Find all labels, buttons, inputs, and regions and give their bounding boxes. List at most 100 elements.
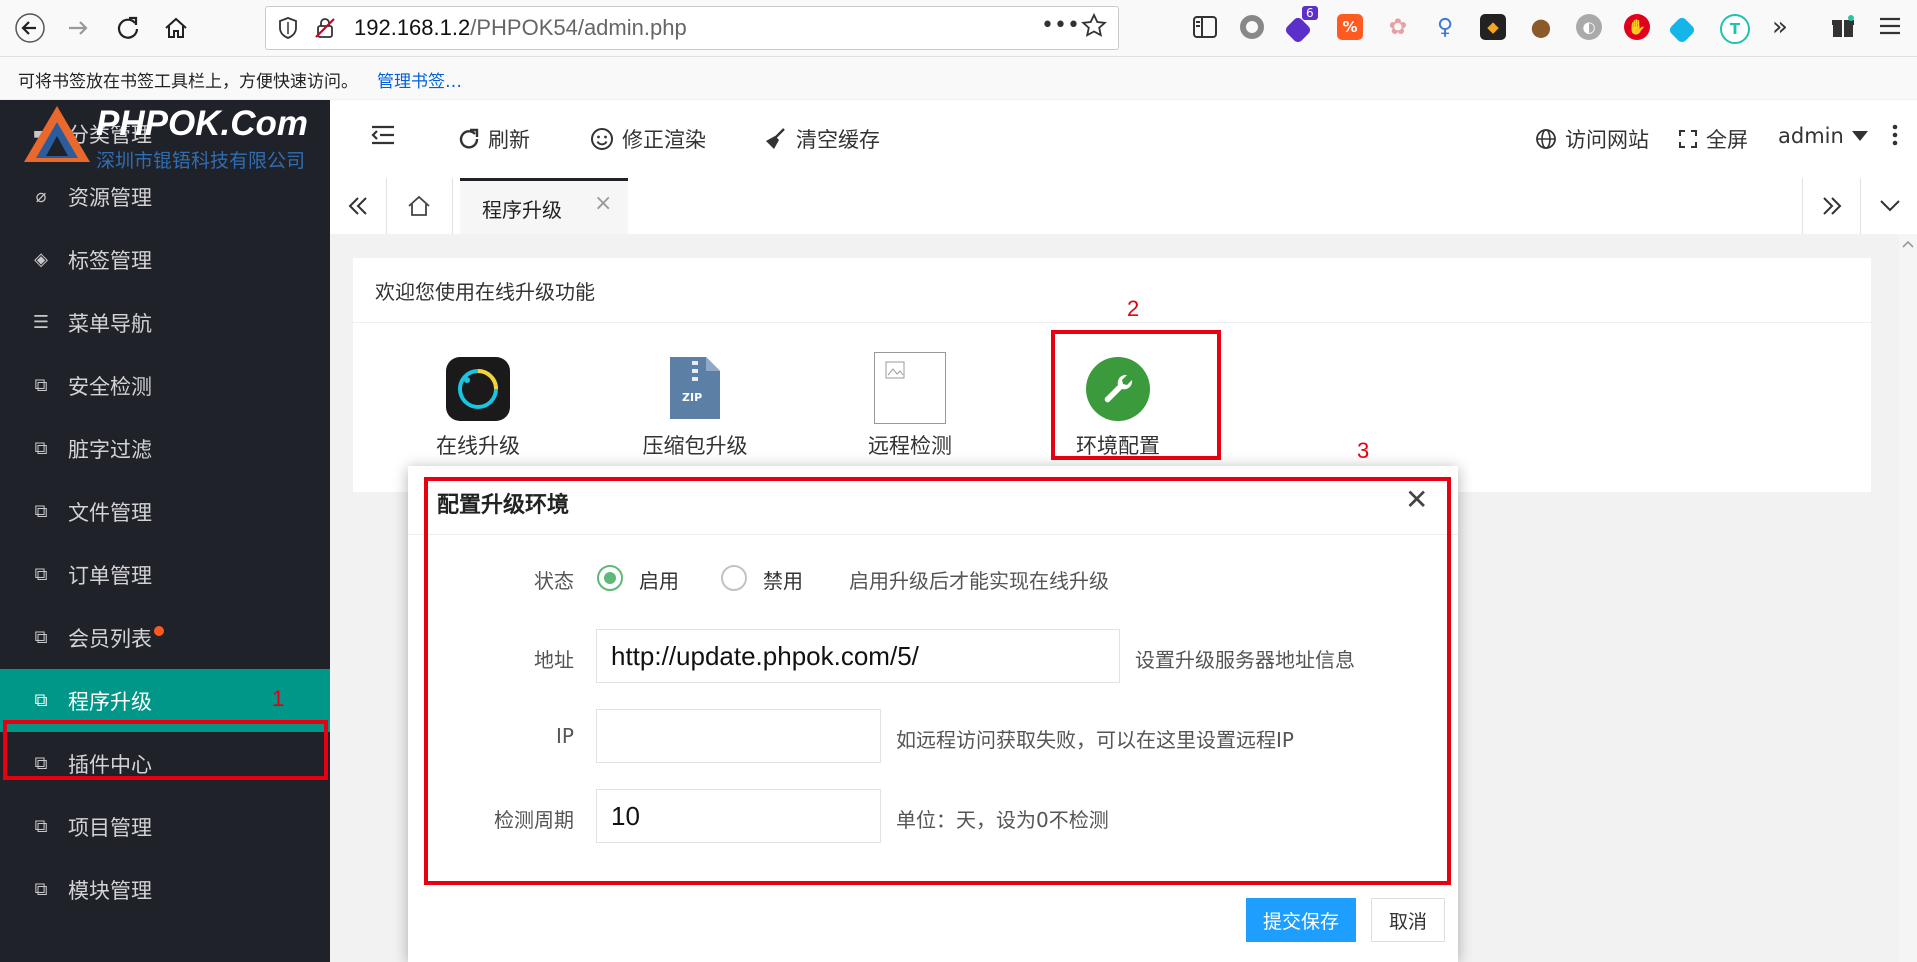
external-link-icon: ⧉ bbox=[34, 375, 48, 396]
url-path: /PHPOK54/admin.php bbox=[470, 15, 687, 40]
gray-ext-icon[interactable]: ◐ bbox=[1576, 14, 1602, 40]
sidebar-item-security[interactable]: ⧉ 安全检测 bbox=[0, 354, 330, 417]
sidebar-toggle-icon[interactable] bbox=[1192, 15, 1218, 43]
url-text: 192.168.1.2/PHPOK54/admin.php bbox=[354, 15, 687, 41]
bookmark-star-icon[interactable] bbox=[1081, 12, 1107, 43]
pin-ext-icon[interactable]: ♀ bbox=[1432, 14, 1458, 40]
logo[interactable]: PHPOK.Com 深圳市锟铻科技有限公司 bbox=[0, 100, 330, 172]
sidebar-item-label: 项目管理 bbox=[68, 815, 152, 840]
external-link-icon: ⧉ bbox=[34, 564, 48, 585]
external-link-icon: ⧉ bbox=[34, 879, 48, 900]
annotation-number-1: 1 bbox=[272, 686, 285, 711]
sidebar-item-label: 菜单导航 bbox=[68, 311, 152, 336]
sidebar-item-label: 程序升级 bbox=[68, 689, 152, 714]
visit-site-label: 访问网站 bbox=[1565, 128, 1649, 152]
sidebar-item-files[interactable]: ⧉ 文件管理 bbox=[0, 480, 330, 543]
remote-check-icon[interactable] bbox=[874, 352, 946, 424]
record-ext-icon[interactable] bbox=[1240, 15, 1264, 39]
app-header: 刷新 修正渲染 清空缓存 访问网站 全屏 admin bbox=[330, 100, 1917, 179]
tab-label: 程序升级 bbox=[482, 198, 562, 222]
zip-upgrade-icon[interactable]: ZIP bbox=[668, 355, 722, 421]
sidebar-item-label: 脏字过滤 bbox=[68, 437, 152, 462]
scrollbar[interactable] bbox=[1899, 234, 1917, 962]
globe-icon bbox=[1536, 129, 1556, 149]
circles-ext-icon[interactable]: ✿ bbox=[1385, 14, 1411, 40]
tabs-scroll-left-button[interactable] bbox=[330, 178, 387, 234]
scroll-up-icon[interactable] bbox=[1902, 240, 1914, 248]
sidebar-item-label: 模块管理 bbox=[68, 878, 152, 903]
sidebar-item-menu-nav[interactable]: ☰ 菜单导航 bbox=[0, 291, 330, 354]
refresh-icon bbox=[459, 128, 479, 149]
broom-icon bbox=[766, 128, 785, 149]
cube-ext-icon[interactable]: ◆ bbox=[1480, 14, 1506, 40]
page-actions-icon[interactable]: ••• bbox=[1041, 13, 1080, 38]
stop-ext-icon[interactable]: ✋ bbox=[1624, 14, 1650, 40]
tabs-scroll-right-button[interactable] bbox=[1802, 178, 1861, 234]
external-link-icon: ⧉ bbox=[34, 690, 48, 711]
cookie-ext-icon[interactable]: ● bbox=[1528, 13, 1554, 41]
forward-arrow-icon bbox=[69, 21, 88, 35]
sidebar-item-label: 资源管理 bbox=[68, 185, 152, 210]
fix-render-button[interactable]: 修正渲染 bbox=[590, 124, 706, 154]
user-menu[interactable]: admin bbox=[1778, 124, 1868, 148]
menu-icon[interactable] bbox=[1878, 16, 1902, 40]
more-vertical-icon[interactable] bbox=[1892, 124, 1898, 146]
sidebar-item-word-filter[interactable]: ⧉ 脏字过滤 bbox=[0, 417, 330, 480]
home-tab[interactable] bbox=[386, 178, 453, 234]
home-icon bbox=[408, 195, 430, 216]
annotation-number-2: 2 bbox=[1127, 296, 1140, 321]
sidebar-item-label: 订单管理 bbox=[68, 563, 152, 588]
url-bar[interactable]: 192.168.1.2/PHPOK54/admin.php ••• bbox=[265, 6, 1119, 50]
sidebar-item-label: 文件管理 bbox=[68, 500, 152, 525]
fullscreen-label: 全屏 bbox=[1706, 128, 1748, 152]
visit-site-button[interactable]: 访问网站 bbox=[1535, 124, 1649, 154]
tabs-menu-button[interactable] bbox=[1860, 178, 1917, 234]
gift-icon[interactable] bbox=[1830, 14, 1856, 44]
sidebar-item-tags[interactable]: ◈ 标签管理 bbox=[0, 228, 330, 291]
collapse-menu-button[interactable] bbox=[370, 124, 396, 146]
sidebar-item-resources[interactable]: ⌀ 资源管理 bbox=[0, 165, 330, 228]
shield-icon bbox=[278, 17, 298, 43]
tabs-bar: 程序升级 × bbox=[330, 178, 1917, 235]
dial-icon bbox=[458, 369, 498, 409]
online-upgrade-icon[interactable] bbox=[446, 357, 510, 421]
ext-badge: 6 bbox=[1302, 6, 1318, 20]
fullscreen-icon bbox=[1679, 130, 1697, 148]
cancel-button[interactable]: 取消 bbox=[1371, 898, 1445, 942]
reload-button[interactable] bbox=[110, 10, 146, 46]
back-arrow-icon bbox=[15, 13, 45, 43]
manage-bookmarks-link[interactable]: 管理书签… bbox=[377, 67, 462, 92]
browser-toolbar: 192.168.1.2/PHPOK54/admin.php ••• 6 % ✿ … bbox=[0, 0, 1917, 57]
annotation-number-3: 3 bbox=[1357, 438, 1370, 463]
caret-down-icon bbox=[1851, 131, 1868, 141]
sidebar-item-orders[interactable]: ⧉ 订单管理 bbox=[0, 543, 330, 606]
tag-icon: ◈ bbox=[34, 249, 48, 270]
submit-button[interactable]: 提交保存 bbox=[1246, 898, 1356, 942]
tool-online-upgrade[interactable]: 在线升级 bbox=[393, 430, 563, 460]
layers-ext-icon[interactable] bbox=[1283, 15, 1313, 45]
translate-ext-icon[interactable]: % bbox=[1337, 14, 1363, 40]
tab-close-icon[interactable]: × bbox=[594, 191, 612, 216]
sidebar-item-label: 标签管理 bbox=[68, 248, 152, 273]
overflow-chevron-icon[interactable]: » bbox=[1772, 12, 1788, 42]
diamond-ext-icon[interactable] bbox=[1667, 15, 1697, 45]
chevron-down-icon bbox=[1879, 200, 1900, 212]
smile-icon bbox=[591, 128, 613, 150]
logo-title: PHPOK.Com bbox=[96, 104, 308, 143]
forward-button[interactable] bbox=[60, 10, 96, 46]
broken-image-icon bbox=[885, 361, 905, 379]
tool-zip-upgrade[interactable]: 压缩包升级 bbox=[610, 430, 780, 460]
t-ext-icon[interactable]: T bbox=[1720, 14, 1750, 44]
tab-upgrade[interactable]: 程序升级 × bbox=[460, 178, 628, 234]
refresh-button[interactable]: 刷新 bbox=[458, 124, 530, 154]
fullscreen-button[interactable]: 全屏 bbox=[1678, 124, 1748, 154]
sidebar-item-members[interactable]: ⧉ 会员列表 bbox=[0, 606, 330, 669]
back-button[interactable] bbox=[12, 10, 48, 46]
external-link-icon: ⧉ bbox=[34, 438, 48, 459]
sidebar-item-modules[interactable]: ⧉ 模块管理 bbox=[0, 858, 330, 921]
sidebar-item-projects[interactable]: ⧉ 项目管理 bbox=[0, 795, 330, 858]
username: admin bbox=[1778, 124, 1844, 148]
tool-remote-check[interactable]: 远程检测 bbox=[825, 430, 995, 460]
clear-cache-button[interactable]: 清空缓存 bbox=[764, 124, 880, 154]
home-button[interactable] bbox=[158, 10, 194, 46]
